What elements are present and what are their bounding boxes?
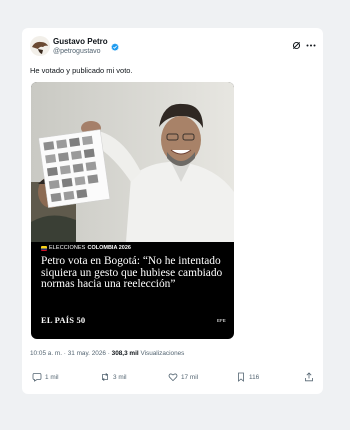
meta-separator: · xyxy=(63,350,66,357)
grok-icon[interactable] xyxy=(292,37,301,50)
more-icon[interactable] xyxy=(306,37,316,47)
photo xyxy=(31,82,234,242)
colombia-flag-icon xyxy=(41,245,47,251)
tweet-media[interactable]: ELECCIONES COLOMBIA 2026 Petro vota en Bo… xyxy=(31,82,234,339)
author-handle[interactable]: @petrogustavo xyxy=(53,48,101,55)
bookmark-button[interactable]: 116 xyxy=(236,372,259,382)
photo-credit: EFE xyxy=(217,318,226,323)
tweet-date[interactable]: 31 may. 2026 xyxy=(68,350,106,357)
like-button[interactable]: 17 mil xyxy=(168,372,198,382)
tweet-meta: 10:05 a. m. · 31 may. 2026 · 308,3 mil V… xyxy=(30,350,184,357)
verified-badge-icon xyxy=(111,38,119,51)
avatar[interactable] xyxy=(30,36,50,56)
like-count: 17 mil xyxy=(181,373,199,381)
bookmark-count: 116 xyxy=(249,373,260,381)
action-bar: 1 mil 3 mil 17 mil 116 xyxy=(30,372,315,386)
tweet-card[interactable]: Gustavo Petro @petrogustavo He votado y … xyxy=(22,28,323,394)
author-name[interactable]: Gustavo Petro xyxy=(53,37,108,46)
views-label: Visualizaciones xyxy=(140,350,185,357)
share-button[interactable] xyxy=(304,372,314,382)
tweet-text: He votado y publicado mi voto. xyxy=(30,66,133,75)
repost-count: 3 mil xyxy=(113,373,127,381)
reply-count: 1 mil xyxy=(45,373,59,381)
repost-icon xyxy=(102,373,108,381)
tweet-time[interactable]: 10:05 a. m. xyxy=(30,350,62,357)
section-prefix: ELECCIONES xyxy=(49,245,86,251)
views-count: 308,3 mil xyxy=(111,350,139,357)
section-tag: ELECCIONES COLOMBIA 2026 xyxy=(41,245,131,251)
share-icon xyxy=(305,372,313,382)
publisher-name: EL PAÍS xyxy=(41,315,75,325)
publisher-logo: EL PAÍS 50 xyxy=(41,315,85,325)
section-name: COLOMBIA 2026 xyxy=(87,245,131,251)
article-headline: Petro vota en Bogotá: “No he intentado s… xyxy=(41,255,223,291)
repost-button[interactable]: 3 mil xyxy=(100,372,127,382)
like-icon xyxy=(168,373,178,382)
publisher-anniversary-badge: 50 xyxy=(76,315,86,325)
reply-icon xyxy=(32,373,42,382)
bookmark-icon xyxy=(238,372,244,382)
reply-button[interactable]: 1 mil xyxy=(32,372,59,382)
meta-separator: · xyxy=(107,350,110,357)
